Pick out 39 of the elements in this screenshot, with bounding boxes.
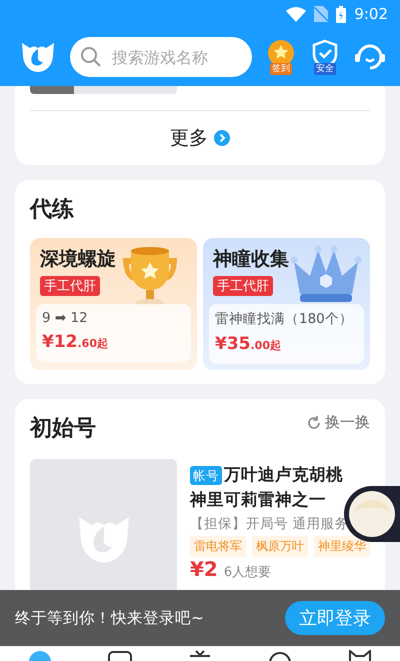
price: ¥35 bbox=[215, 334, 250, 354]
no-sim-icon bbox=[314, 6, 328, 22]
search-icon bbox=[80, 46, 102, 68]
refresh-link[interactable]: 换一换 bbox=[325, 413, 370, 432]
tab-icon[interactable] bbox=[348, 650, 372, 661]
more-link[interactable]: 更多 bbox=[170, 125, 208, 151]
wifi-icon bbox=[286, 6, 306, 22]
tile-title: 深境螺旋 bbox=[40, 247, 117, 272]
battery-icon bbox=[336, 6, 346, 22]
tab-icon[interactable] bbox=[108, 650, 132, 661]
status-time: 9:02 bbox=[354, 5, 388, 23]
character-tag: 枫原万叶 bbox=[252, 536, 308, 557]
price-suffix: .00起 bbox=[250, 339, 281, 352]
tile-description: 雷神瞳找满（180个） bbox=[215, 310, 354, 328]
section-title: 代练 bbox=[30, 196, 75, 224]
service-tile[interactable]: 深境螺旋 手工代肝 9 ➡ 12 ¥12.60起 bbox=[30, 238, 197, 370]
listing-description: 【担保】开局号 通用服务 bbox=[190, 515, 350, 534]
listing-price: ¥2 bbox=[190, 557, 218, 581]
section-title: 初始号 bbox=[30, 415, 96, 443]
chevron-right-icon[interactable] bbox=[214, 130, 230, 146]
listing-title[interactable]: 帐号 万叶迪卢克胡桃神里可莉雷神之一 bbox=[190, 463, 343, 512]
refresh-icon[interactable] bbox=[307, 416, 321, 430]
wants-count: 6人想要 bbox=[224, 564, 272, 581]
avatar-icon bbox=[348, 490, 396, 538]
fox-logo-icon[interactable] bbox=[20, 41, 56, 73]
character-tag: 雷电将军 bbox=[190, 536, 246, 557]
tab-icon[interactable] bbox=[268, 650, 292, 661]
customer-service-icon[interactable] bbox=[354, 42, 386, 72]
floating-avatar[interactable] bbox=[344, 486, 400, 542]
service-tile[interactable]: 神瞳收集 手工代肝 雷神瞳找满（180个） ¥35.00起 bbox=[203, 238, 370, 370]
character-tag: 神里绫华 bbox=[314, 536, 370, 557]
service-tag: 手工代肝 bbox=[213, 276, 273, 296]
login-prompt: 终于等到你！快来登录吧~ bbox=[15, 608, 204, 628]
price-suffix: .60起 bbox=[78, 337, 108, 350]
service-tag: 手工代肝 bbox=[40, 276, 100, 296]
tile-description: 9 ➡ 12 bbox=[42, 310, 89, 326]
search-field[interactable]: 搜索游戏名称 bbox=[70, 37, 252, 77]
tile-title: 神瞳收集 bbox=[213, 247, 290, 272]
price: ¥12 bbox=[42, 332, 78, 352]
